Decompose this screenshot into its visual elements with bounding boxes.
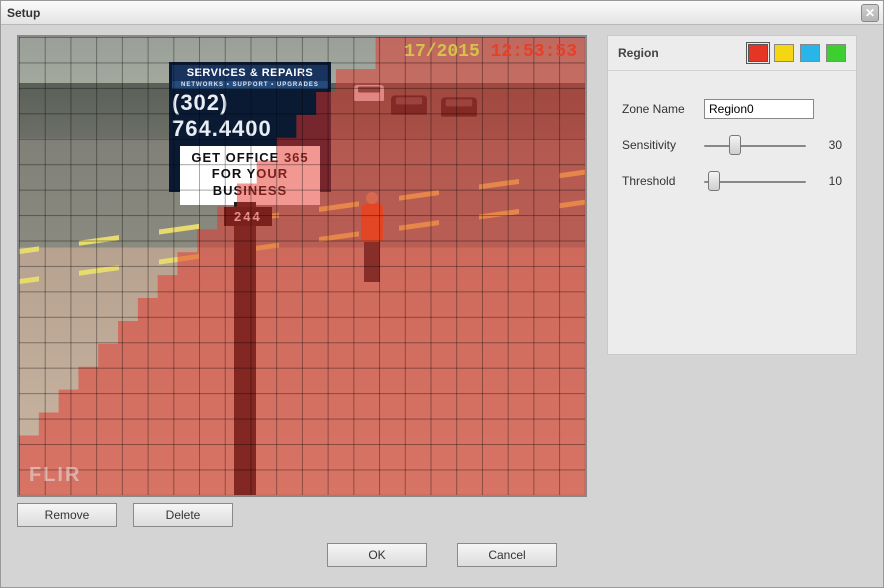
threshold-label: Threshold <box>622 174 696 188</box>
video-preview: SERVICES & REPAIRS NETWORKS • SUPPORT • … <box>17 35 587 497</box>
video-timestamp: 17/2015 12:53:53 <box>404 42 577 62</box>
left-column: SERVICES & REPAIRS NETWORKS • SUPPORT • … <box>17 35 587 527</box>
motion-grid[interactable] <box>19 37 585 495</box>
dialog-footer: OK Cancel <box>1 543 883 567</box>
sensitivity-slider-thumb[interactable] <box>729 135 741 155</box>
timestamp-time: 12:53:53 <box>480 42 577 62</box>
color-swatch-red[interactable] <box>748 44 768 62</box>
content-area: SERVICES & REPAIRS NETWORKS • SUPPORT • … <box>1 25 883 537</box>
timestamp-date: 17/2015 <box>404 42 480 62</box>
region-panel: Region Zone Name Sensitivity 30 <box>607 35 857 355</box>
ok-button[interactable]: OK <box>327 543 427 567</box>
region-panel-header: Region <box>608 36 856 71</box>
region-color-swatches <box>748 44 846 62</box>
setup-dialog: Setup ✕ SERVICES & REPAIRS NETWORKS • SU… <box>0 0 884 588</box>
right-column: Region Zone Name Sensitivity 30 <box>607 35 857 527</box>
sensitivity-value: 30 <box>820 138 842 152</box>
threshold-slider-thumb[interactable] <box>708 171 720 191</box>
close-icon: ✕ <box>865 6 875 20</box>
cancel-button[interactable]: Cancel <box>457 543 557 567</box>
sensitivity-row: Sensitivity 30 <box>622 135 842 155</box>
color-swatch-cyan[interactable] <box>800 44 820 62</box>
threshold-value: 10 <box>820 174 842 188</box>
sensitivity-label: Sensitivity <box>622 138 696 152</box>
threshold-slider[interactable] <box>704 171 806 191</box>
color-swatch-green[interactable] <box>826 44 846 62</box>
threshold-row: Threshold 10 <box>622 171 842 191</box>
region-panel-title: Region <box>618 46 659 60</box>
remove-button[interactable]: Remove <box>17 503 117 527</box>
sensitivity-slider[interactable] <box>704 135 806 155</box>
color-swatch-yellow[interactable] <box>774 44 794 62</box>
region-panel-body: Zone Name Sensitivity 30 Threshold <box>608 71 856 217</box>
zone-name-row: Zone Name <box>622 99 842 119</box>
titlebar: Setup ✕ <box>1 1 883 25</box>
close-button[interactable]: ✕ <box>861 4 879 22</box>
camera-watermark: FLIR <box>29 464 81 487</box>
zone-name-input[interactable] <box>704 99 814 119</box>
window-title: Setup <box>7 6 40 20</box>
delete-button[interactable]: Delete <box>133 503 233 527</box>
grid-buttons-row: Remove Delete <box>17 503 587 527</box>
zone-name-label: Zone Name <box>622 102 696 116</box>
